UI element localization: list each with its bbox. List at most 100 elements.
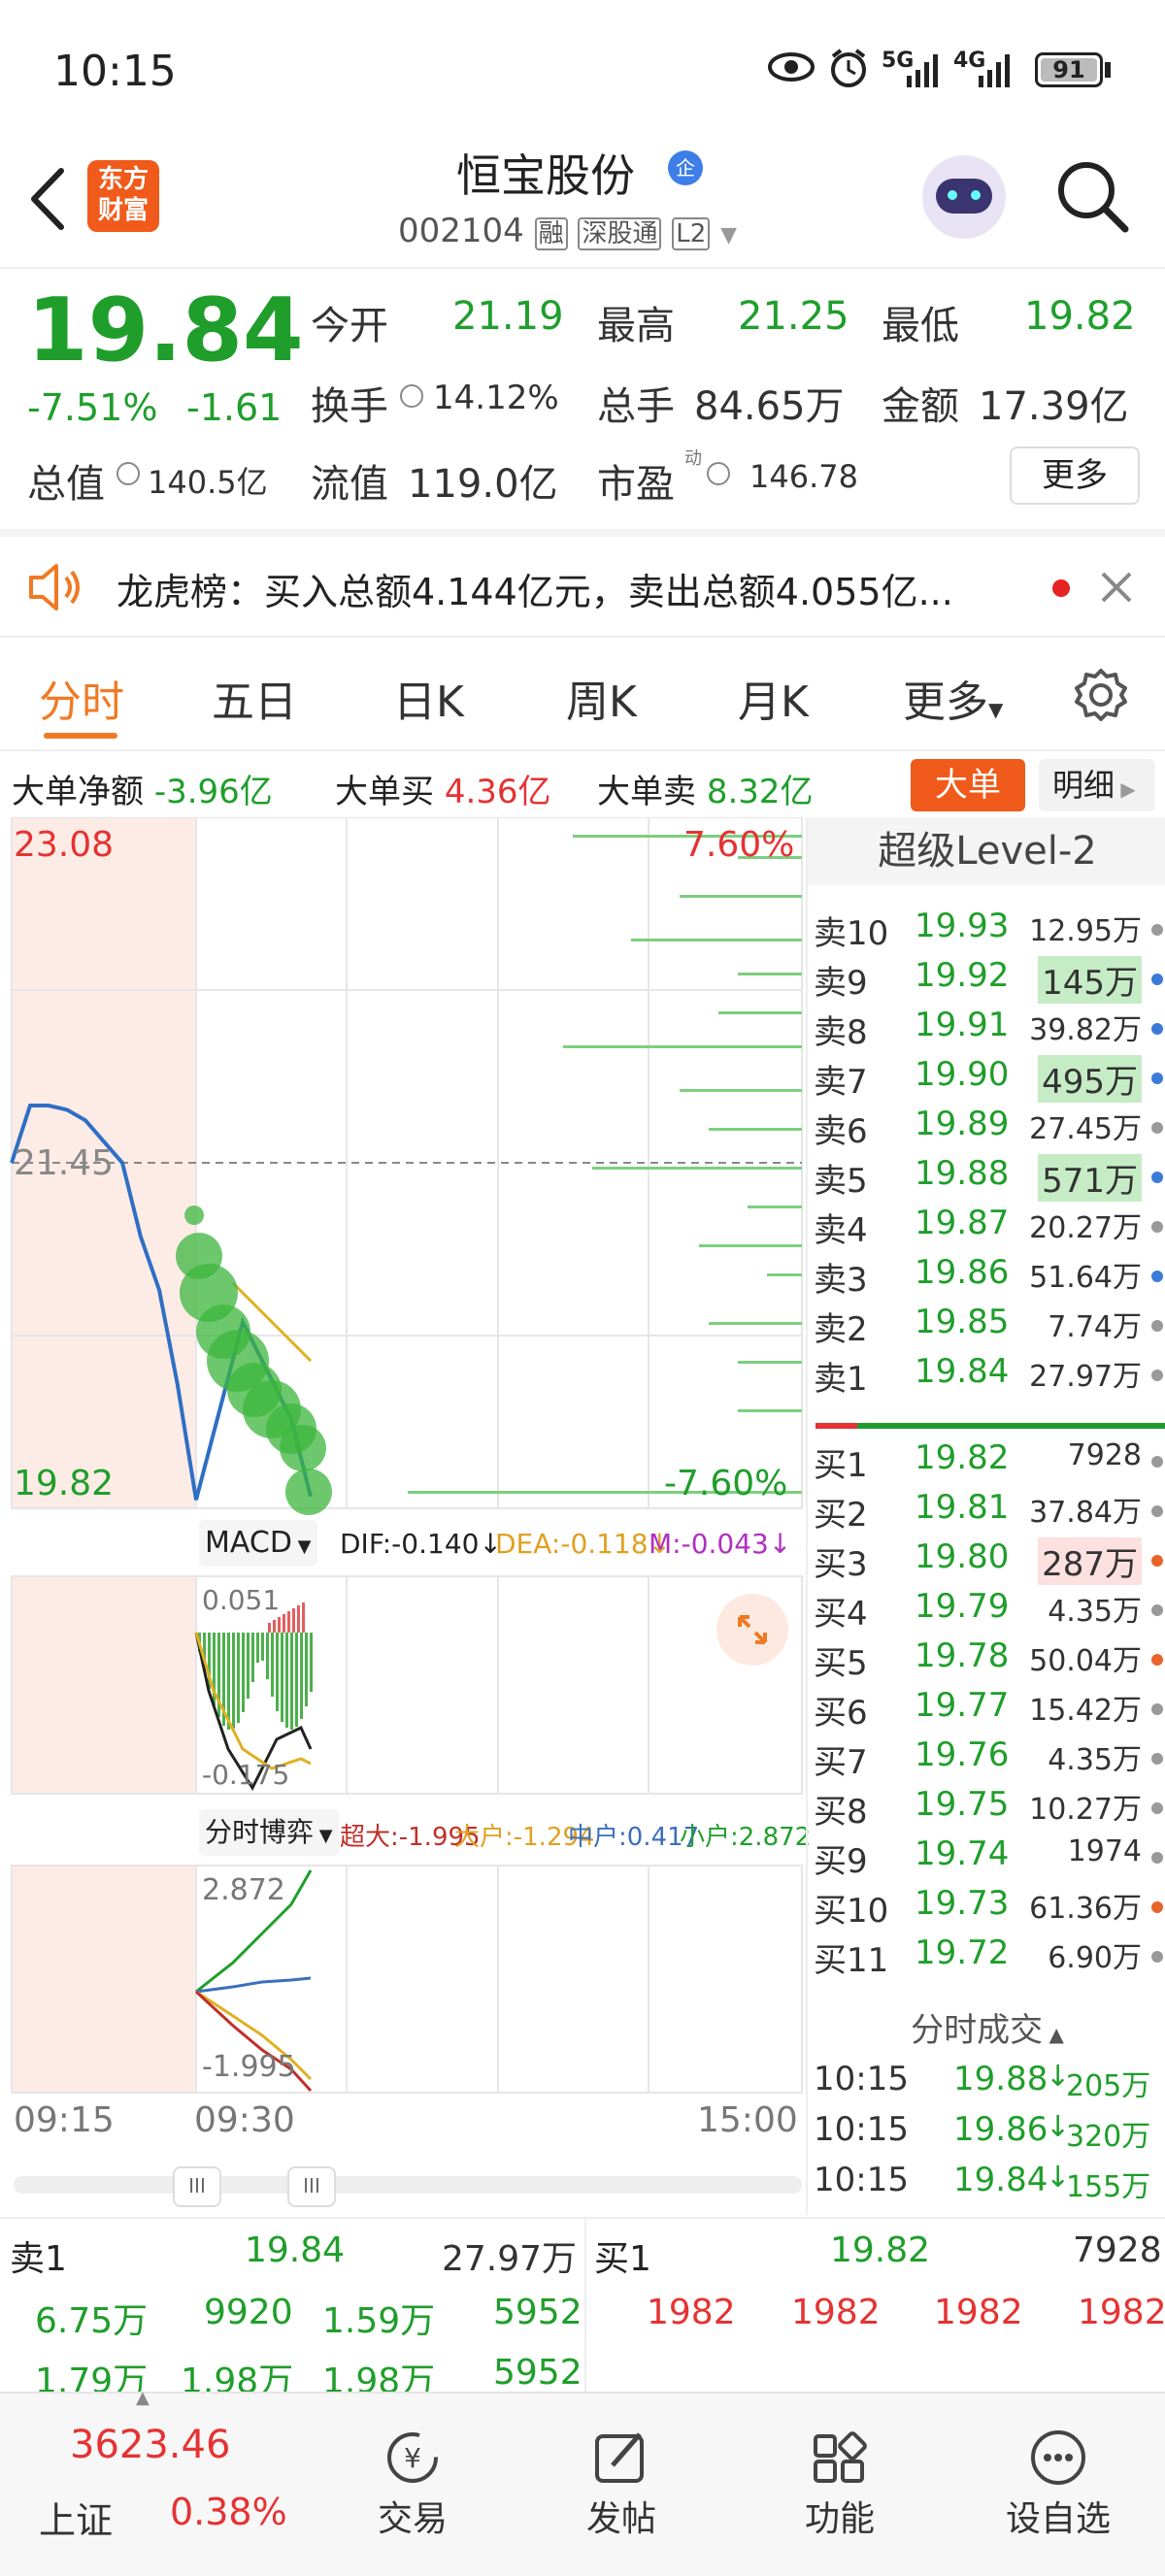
flow-selector[interactable]: 分时博弈 ▼ (199, 1809, 339, 1856)
bid-row[interactable]: 买2 19.81 37.84万 (808, 1488, 1165, 1537)
trades-title[interactable]: 分时成交 ▲ (808, 2003, 1165, 2051)
macd-bar (227, 1633, 230, 1730)
bid-row[interactable]: 买1 19.82 7928 (808, 1438, 1165, 1488)
bid-row[interactable]: 买8 19.75 10.27万 (808, 1785, 1165, 1834)
ask-price: 19.92 (915, 956, 1010, 995)
app-logo[interactable]: 东方 财富 (87, 160, 159, 232)
tab-intraday[interactable]: 分时 (39, 667, 124, 729)
high-label: 最高 (597, 304, 675, 348)
ask-row[interactable]: 卖10 19.93 12.95万 (808, 907, 1165, 956)
trade-row[interactable]: 10:15 19.84 ↓ 155万 (808, 2161, 1165, 2209)
macd-bar (300, 1633, 303, 1719)
ask-row[interactable]: 卖1 19.84 27.97万 (808, 1352, 1165, 1402)
trade-row[interactable]: 10:15 19.88 ↓ 205万 (808, 2060, 1165, 2108)
detail-button[interactable]: 明细 ▶ (1039, 759, 1155, 811)
ask-price: 19.91 (915, 1006, 1010, 1044)
tab-more-label: 更多 (903, 677, 988, 727)
macd-bar (242, 1633, 245, 1712)
bid-price: 19.73 (915, 1884, 1010, 1923)
tab-functions[interactable]: 功能 (767, 2394, 913, 2576)
ask-label: 卖10 (814, 914, 889, 953)
macd-header: MACD ▼ DIF:-0.140↓ DEA:-0.118↓ M:-0.043↓ (0, 1514, 806, 1572)
info-icon[interactable] (400, 384, 423, 408)
tab-more[interactable]: 更多▼ (903, 667, 1003, 729)
tab-weekly-k[interactable]: 周K (566, 667, 637, 729)
bid-row[interactable]: 买9 19.74 1974 (808, 1834, 1165, 1884)
time-axis-mid: 09:30 (194, 2100, 295, 2140)
bid-price: 19.78 (915, 1636, 1010, 1675)
ask-row[interactable]: 卖9 19.92 145万 (808, 956, 1165, 1006)
macd-bar (278, 1617, 281, 1633)
macd-selector[interactable]: MACD ▼ (199, 1520, 317, 1567)
bid-row[interactable]: 买4 19.79 4.35万 (808, 1587, 1165, 1636)
gear-icon[interactable] (1073, 667, 1129, 723)
bid-row[interactable]: 买6 19.77 15.42万 (808, 1686, 1165, 1735)
queue-buy1-label: 买1 (594, 2239, 651, 2279)
ask-row[interactable]: 卖6 19.89 27.45万 (808, 1105, 1165, 1154)
bid-row[interactable]: 买7 19.76 4.35万 (808, 1735, 1165, 1785)
level2-title[interactable]: 超级Level-2 (808, 817, 1165, 885)
big-sell-label: 大单卖 8.32亿 (597, 773, 814, 811)
info-icon-2[interactable] (116, 462, 140, 485)
pe-superscript: 动 (684, 448, 702, 469)
more-button[interactable]: 更多 (1010, 446, 1140, 505)
index-ticker[interactable]: 3623.46 上证 0.38% (0, 2394, 311, 2576)
zoom-handle-left[interactable]: III (173, 2166, 221, 2207)
flow-axis-bottom: -1.995 (202, 2050, 296, 2084)
ask-row[interactable]: 卖7 19.90 495万 (808, 1055, 1165, 1105)
tab-post[interactable]: 发帖 (549, 2394, 694, 2576)
tab-trade[interactable]: ¥ 交易 (340, 2394, 485, 2576)
macd-axis-bottom: -0.175 (202, 1759, 290, 1791)
macd-m: M:-0.043↓ (649, 1528, 792, 1560)
notice-bar[interactable]: 龙虎榜：买入总额4.144亿元，卖出总额4.055亿... (0, 539, 1165, 636)
tab-five-day[interactable]: 五日 (212, 667, 297, 729)
stock-code-row[interactable]: 002104 融 深股通 L2 ▼ (398, 212, 737, 250)
battery-tip (1105, 62, 1111, 78)
ask-volume: 39.82万 (1029, 1013, 1142, 1047)
bid-row[interactable]: 买10 19.73 61.36万 (808, 1884, 1165, 1933)
ask-dot (1151, 974, 1163, 985)
queue-buy-item: 1982 (934, 2293, 1023, 2332)
trade-price: 19.84 (953, 2161, 1048, 2199)
macd-bar (237, 1633, 240, 1723)
tab-monthly-k[interactable]: 月K (738, 667, 809, 729)
bid-dot (1151, 1901, 1163, 1913)
back-arrow-icon[interactable] (24, 165, 73, 233)
queue-sell-item: 9920 (204, 2293, 293, 2332)
bid-row[interactable]: 买5 19.78 50.04万 (808, 1636, 1165, 1686)
open-label: 今开 (311, 304, 388, 348)
ask-row[interactable]: 卖8 19.91 39.82万 (808, 1006, 1165, 1055)
trade-row[interactable]: 10:15 19.86 ↓ 320万 (808, 2110, 1165, 2159)
ask-row[interactable]: 卖5 19.88 571万 (808, 1154, 1165, 1204)
notice-text: 龙虎榜：买入总额4.144亿元，卖出总额4.055亿... (116, 571, 953, 613)
price-axis-low: 19.82 (14, 1464, 115, 1503)
tag-level2: L2 (672, 217, 711, 250)
ask-volume: 571万 (1038, 1154, 1142, 1202)
info-icon-3[interactable] (707, 462, 730, 485)
ask-row[interactable]: 卖4 19.87 20.27万 (808, 1204, 1165, 1253)
dropdown-icon: ▼ (720, 223, 738, 248)
chart-area[interactable]: 23.08 21.45 19.82 7.60% -7.60% MACD ▼ DI… (0, 817, 811, 2215)
bid-row[interactable]: 买11 19.72 6.90万 (808, 1933, 1165, 1983)
divider-2 (0, 636, 1165, 638)
open-value: 21.19 (452, 294, 564, 339)
ask-dot (1151, 1271, 1163, 1282)
bid-row[interactable]: 买3 19.80 287万 (808, 1537, 1165, 1587)
tab-daily-k[interactable]: 日K (393, 667, 464, 729)
zoom-handle-right[interactable]: III (287, 2166, 336, 2207)
ask-row[interactable]: 卖2 19.85 7.74万 (808, 1303, 1165, 1352)
tab-add-watchlist[interactable]: 设自选 (981, 2394, 1136, 2576)
ask-row[interactable]: 卖3 19.86 51.64万 (808, 1253, 1165, 1303)
search-icon[interactable] (1053, 157, 1131, 235)
big-order-button[interactable]: 大单 (911, 759, 1025, 811)
close-icon[interactable] (1097, 568, 1136, 607)
ask-price: 19.86 (915, 1253, 1010, 1292)
robot-avatar-icon[interactable] (922, 155, 1006, 239)
queue-panel: 卖1 19.84 27.97万 买1 19.82 7928 6.75万 9920… (0, 2219, 1165, 2401)
last-price: 19.84 (27, 280, 304, 381)
macd-dif: DIF:-0.140↓ (340, 1528, 502, 1560)
zoom-scrollbar[interactable] (14, 2176, 802, 2194)
expand-icon[interactable] (716, 1594, 788, 1666)
float-label: 流值 (311, 462, 388, 507)
ask-price: 19.90 (915, 1055, 1010, 1094)
